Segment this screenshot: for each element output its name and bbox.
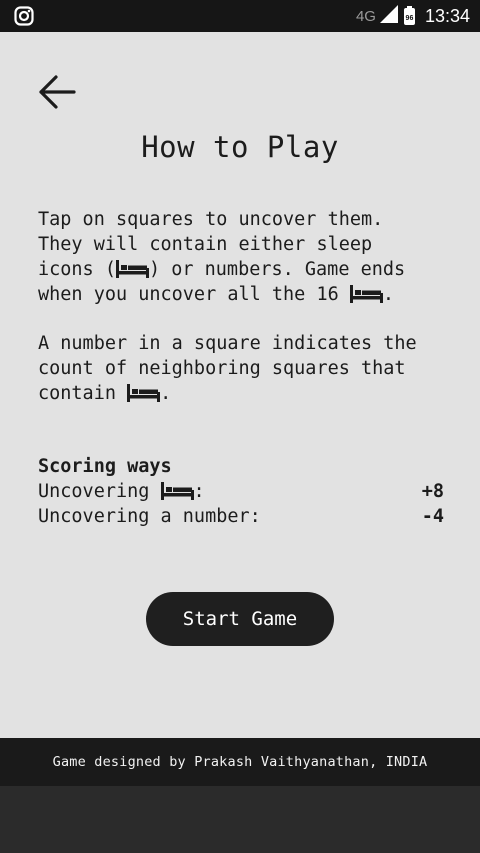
instagram-icon	[14, 6, 34, 30]
text-span: .	[160, 383, 172, 404]
battery-level: 96	[405, 14, 414, 22]
battery-icon: 96	[403, 5, 415, 25]
instructions-paragraph-2: A number in a square indicates the count…	[38, 331, 448, 406]
text-line: icons ( ) or numbers. Game ends	[38, 257, 448, 282]
instructions-paragraph-1: Tap on squares to uncover them. They wil…	[38, 207, 448, 307]
score-value: -4	[421, 506, 444, 527]
text-span: .	[382, 284, 395, 305]
bed-icon	[349, 285, 383, 303]
start-game-button[interactable]: Start Game	[146, 592, 334, 646]
text-span: ) or numbers. Game ends	[148, 259, 406, 280]
arrow-left-icon	[39, 75, 76, 109]
scoring-section: Scoring ways Uncovering : +8 Uncovering …	[38, 454, 444, 529]
score-row: Uncovering a number: -4	[38, 504, 444, 529]
footer-credit: Game designed by Prakash Vaithyanathan, …	[0, 738, 480, 786]
text-line: Tap on squares to uncover them.	[38, 209, 384, 230]
text-span: Uncovering	[38, 481, 161, 502]
text-span: :	[193, 481, 205, 502]
how-to-play-screen: How to Play Tap on squares to uncover th…	[0, 32, 480, 738]
score-row: Uncovering : +8	[38, 479, 444, 504]
back-button[interactable]	[32, 68, 80, 116]
status-bar: 4G 96 13:34	[0, 0, 480, 32]
text-span: icons (	[38, 259, 116, 280]
text-line: contain .	[38, 381, 448, 406]
navigation-bar	[0, 786, 480, 853]
text-line: A number in a square indicates the	[38, 333, 417, 354]
bed-icon	[127, 384, 161, 402]
score-label: Uncovering a number:	[38, 506, 261, 527]
text-span: when you uncover all the 16	[38, 284, 350, 305]
score-value: +8	[421, 481, 444, 502]
text-line: count of neighboring squares that	[38, 358, 406, 379]
page-title: How to Play	[141, 130, 339, 164]
text-span: contain	[38, 383, 128, 404]
score-label: Uncovering :	[38, 479, 205, 504]
status-clock: 13:34	[424, 5, 470, 26]
text-line: They will contain either sleep	[38, 234, 373, 255]
network-type-label: 4G	[355, 7, 376, 25]
text-line: when you uncover all the 16 .	[38, 282, 448, 307]
bed-icon	[115, 260, 149, 278]
scoring-title: Scoring ways	[38, 456, 172, 477]
signal-icon	[379, 4, 398, 28]
bed-icon	[160, 482, 194, 500]
